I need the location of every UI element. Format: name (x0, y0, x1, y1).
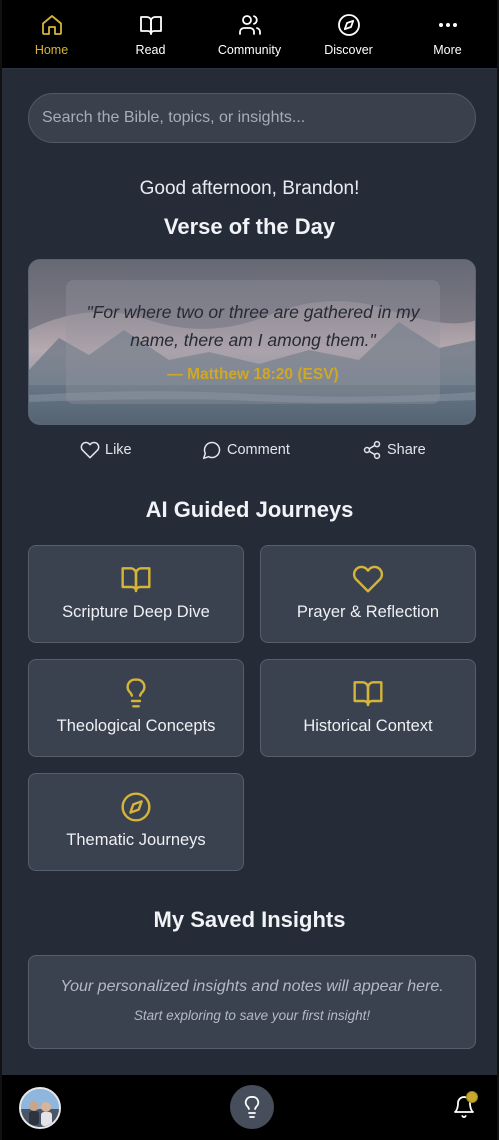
verse-overlay: "For where two or three are gathered in … (66, 280, 440, 404)
saved-insights-empty: Your personalized insights and notes wil… (28, 955, 476, 1049)
avatar-photo (21, 1089, 59, 1127)
comment-label: Comment (227, 442, 290, 458)
share-label: Share (387, 442, 426, 458)
journey-card-label: Historical Context (303, 717, 433, 735)
compass-icon (121, 792, 151, 822)
verse-of-day-title: Verse of the Day (163, 214, 336, 239)
journey-card-label: Theological Concepts (56, 717, 216, 735)
verse-reference: — Matthew 18:20 (ESV) (167, 366, 339, 383)
share-button[interactable]: Share (362, 440, 426, 460)
search-bar[interactable] (28, 93, 476, 143)
book-open-icon (121, 567, 151, 593)
saved-empty-hint: Start exploring to save your first insig… (133, 1008, 371, 1023)
nav-more[interactable]: More (403, 5, 493, 65)
nav-home-label: Home (34, 43, 69, 57)
nav-more-label: More (433, 43, 462, 57)
journey-card-theological-concepts[interactable]: Theological Concepts (28, 659, 244, 757)
nav-discover[interactable]: Discover (304, 5, 394, 65)
nav-discover-label: Discover (324, 43, 373, 57)
verse-card[interactable]: "For where two or three are gathered in … (28, 259, 476, 425)
journey-card-historical-context[interactable]: Historical Context (260, 659, 476, 757)
users-icon (238, 15, 261, 35)
comment-icon (202, 441, 221, 460)
journey-card-scripture-deep-dive[interactable]: Scripture Deep Dive (28, 545, 244, 643)
nav-home[interactable]: Home (7, 5, 97, 65)
share-icon (363, 440, 381, 460)
app-frame: Home Read Community Discover More Search… (0, 0, 499, 1140)
journey-card-prayer-reflection[interactable]: Prayer & Reflection (260, 545, 476, 643)
top-nav: Home Read Community Discover More (2, 0, 497, 69)
verse-text: "For where two or three are gathered in … (86, 302, 420, 350)
home-icon (41, 15, 62, 35)
greeting-text: Good afternoon, Brandon! (139, 178, 360, 199)
book-open-icon (139, 16, 162, 35)
heart-icon (80, 441, 100, 459)
saved-empty-message: Your personalized insights and notes wil… (60, 978, 444, 995)
notifications-button[interactable] (452, 1091, 478, 1119)
lightbulb-icon (244, 1096, 260, 1118)
nav-read[interactable]: Read (106, 5, 196, 65)
lightbulb-icon (126, 678, 146, 708)
compass-icon (337, 14, 360, 36)
verse-actions: Like Comment Share (28, 440, 476, 464)
journeys-title: AI Guided Journeys (145, 497, 354, 522)
book-open-icon (353, 681, 383, 707)
journey-card-thematic-journeys[interactable]: Thematic Journeys (28, 773, 244, 871)
insight-fab-button[interactable] (230, 1085, 274, 1129)
bottom-bar (2, 1075, 497, 1140)
notification-badge (466, 1091, 478, 1103)
search-input[interactable] (42, 109, 462, 127)
journey-card-label: Thematic Journeys (66, 831, 206, 849)
heart-icon (352, 565, 384, 593)
like-label: Like (105, 442, 132, 458)
nav-community[interactable]: Community (205, 5, 295, 65)
saved-insights-title: My Saved Insights (153, 907, 346, 932)
comment-button[interactable]: Comment (202, 440, 290, 460)
avatar[interactable] (19, 1087, 61, 1129)
journey-card-label: Prayer & Reflection (296, 603, 440, 621)
like-button[interactable]: Like (80, 440, 132, 460)
more-dots-icon (438, 23, 457, 27)
nav-read-label: Read (135, 43, 166, 57)
journey-card-label: Scripture Deep Dive (62, 603, 210, 621)
nav-community-label: Community (217, 43, 282, 57)
